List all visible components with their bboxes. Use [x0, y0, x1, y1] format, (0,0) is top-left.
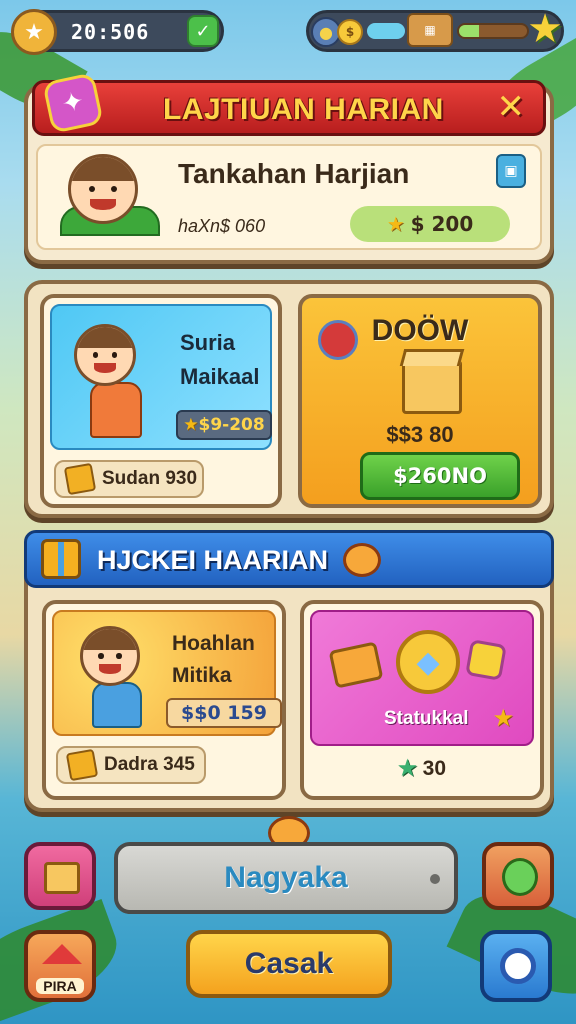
energy-bar	[367, 23, 405, 39]
bundle-banner: ◆ Statukkal ★	[310, 610, 534, 746]
level-star-icon[interactable]: ★	[11, 9, 57, 55]
bundle-label: Statukkal	[384, 708, 469, 729]
avatar	[68, 154, 138, 224]
main-action-button[interactable]: Casak	[186, 930, 392, 998]
star-icon: ★	[386, 212, 405, 236]
timer-text: 20:506	[71, 20, 150, 44]
gear-icon	[500, 948, 536, 984]
progress-hud: ● $ ▦ ★	[306, 7, 567, 52]
coin-icon: $	[337, 19, 363, 45]
home-icon	[42, 944, 82, 964]
box-offer-card[interactable]: DOÖW $$3 80 $260NO	[298, 294, 542, 508]
home-label: PIRA	[36, 978, 84, 994]
task-progress-text: haXn$ 060	[178, 216, 266, 236]
character-reward-card[interactable]: Hoahlan Mitika $$0 159 Dadra 345	[42, 600, 286, 800]
character-price-badge: $$0 159	[166, 698, 282, 728]
green-star-icon: ★	[397, 757, 417, 780]
box-offer-title: DOÖW	[371, 314, 469, 347]
bundle-reward-card[interactable]: ◆ Statukkal ★ ★ 30	[300, 600, 544, 800]
box-icon	[44, 862, 80, 894]
bundle-value-text: 30	[422, 757, 447, 780]
character-offer-banner: Suria Maikaal ★ $9-208	[50, 304, 272, 450]
character-offer-card[interactable]: Suria Maikaal ★ $9-208 Sudan 930	[40, 294, 282, 508]
cube-icon	[65, 748, 99, 782]
bundle-value: ★ 30	[304, 756, 540, 781]
timer-hud: ★ 20:506 ✓	[11, 9, 224, 55]
box-offer-price: $$3 80	[386, 422, 454, 447]
confirm-check-icon[interactable]: ✓	[187, 15, 219, 47]
diamond-orb-icon: ◆	[396, 630, 460, 694]
daily-mission-panel: ✦ LAJTIUAN HARIAN ✕ Tankahan Harjian ▣ h…	[24, 72, 554, 264]
task-reward-badge[interactable]: ★ $ 200	[350, 206, 510, 242]
navigate-bar-button[interactable]: Nagyaka	[114, 842, 458, 914]
character-body	[90, 382, 142, 438]
character-price-text: $9-208	[198, 415, 265, 435]
star-icon: ★	[492, 704, 514, 732]
character-price-badge: ★ $9-208	[176, 410, 272, 440]
daily-task-card[interactable]: Tankahan Harjian ▣ haXn$ 060 ★ $ 200	[36, 144, 542, 250]
character-footer-badge: Sudan 930	[54, 460, 204, 498]
info-badge-icon[interactable]: ▣	[496, 154, 526, 188]
daily-rewards-panel: HJCKEI HAARIAN Hoahlan Mitika $$0 159 Da…	[24, 530, 554, 812]
candy-icon	[343, 543, 381, 577]
character-name: Hoahlan Mitika	[172, 632, 255, 687]
xp-progress-bar	[457, 23, 529, 39]
gem-icon: ✦	[42, 72, 104, 134]
panel-header-ribbon: ✦ LAJTIUAN HARIAN ✕	[32, 72, 546, 136]
avatar	[74, 324, 136, 386]
character-footer-text: Sudan 930	[102, 468, 198, 489]
avatar	[80, 626, 140, 686]
character-reward-banner: Hoahlan Mitika $$0 159	[52, 610, 282, 736]
character-footer-text: Dadra 345	[104, 754, 195, 775]
panel-title: HJCKEI HAARIAN	[97, 545, 329, 575]
gem-icon	[465, 639, 507, 681]
offers-panel: Suria Maikaal ★ $9-208 Sudan 930 DOÖW $$…	[24, 280, 554, 518]
panel-header-ribbon: HJCKEI HAARIAN	[24, 530, 554, 588]
inventory-button[interactable]	[24, 842, 96, 910]
apple-icon	[502, 858, 538, 896]
task-reward-text: $ 200	[410, 212, 474, 236]
green-star-icon[interactable]: ★	[523, 7, 567, 51]
character-name: Suria Maikaal	[180, 330, 260, 389]
xp-progress-fill	[459, 25, 480, 37]
close-button[interactable]: ✕	[497, 87, 526, 127]
navigate-label: Nagyaka	[224, 861, 348, 894]
indicator-dot	[430, 874, 440, 884]
settings-button[interactable]	[480, 930, 552, 1002]
buy-button[interactable]: $260NO	[360, 452, 520, 500]
home-button[interactable]: PIRA	[24, 930, 96, 1002]
character-footer-badge: Dadra 345	[56, 746, 206, 784]
task-title: Tankahan Harjian	[178, 158, 410, 189]
panel-title: LAJTIUAN HARIAN	[163, 93, 444, 126]
apple-shop-button[interactable]	[482, 842, 554, 910]
gift-icon	[41, 539, 81, 579]
gift-box-icon	[402, 360, 462, 414]
chest-icon	[328, 641, 384, 689]
character-body	[92, 682, 142, 728]
cube-icon	[63, 462, 97, 496]
star-icon: ★	[183, 415, 199, 435]
chest-icon[interactable]: ▦	[407, 13, 453, 47]
